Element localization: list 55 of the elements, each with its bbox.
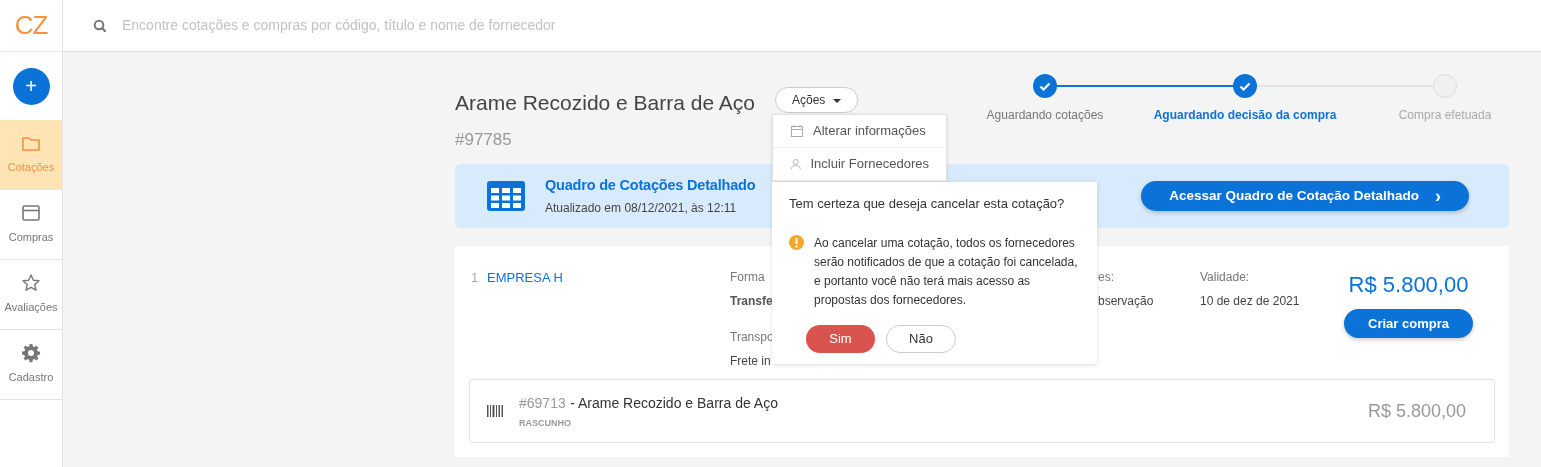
menu-item[interactable]: Alterar informações [773,115,946,148]
check-icon [1239,81,1251,91]
chevron-icon: › [1435,182,1441,210]
create-purchase-button[interactable]: Criar compra [1344,309,1473,338]
item-code: #69713 [519,395,566,412]
sidebar-item-label: Cotações [7,160,55,176]
field-label: Forma [730,269,765,286]
caret-icon [832,98,841,103]
sidebar-item[interactable]: Compras [0,190,62,260]
step-label: Aguardando decisão da compra [1153,107,1337,124]
item-price: R$ 5.800,00 [1367,399,1466,423]
item-name: - Arame Recozido e Barra de Aço [570,395,778,412]
confirm-question: Tem certeza que deseja cancelar esta cotação? [789,195,1066,213]
warning-text: Ao cancelar uma cotação, todos os fornecedores serão notificados de que a cotação foi cancelada, e portanto você não terá mais acesso as propostas dos fornecedores. [814,234,1079,309]
star-icon [21,273,41,294]
actions-dropdown[interactable]: Ações [775,87,858,113]
detailed-board-button[interactable]: Acessar Quadro de Cotação Detalhado › [1141,181,1469,211]
banner-title: Quadro de Cotações Detalhado [545,176,756,196]
person-icon [790,157,802,171]
sidebar-item[interactable]: Avaliações [0,260,62,330]
field-value: Transfe [730,293,773,310]
field-value: Frete in [730,353,771,370]
menu-item-label: Incluir Fornecedores [810,155,929,174]
quote-code: #97785 [455,128,513,151]
field-label: Validade: [1200,269,1250,286]
menu-item-label: Alterar informações [813,122,926,141]
card-icon [21,203,41,224]
sidebar-item[interactable]: Cadastro [0,330,62,400]
page-title: Arame Recozido e Barra de Aço [455,90,755,116]
search-icon [93,19,106,32]
calendar-icon [790,124,804,138]
sidebar-item-label: Compras [8,230,54,246]
item-status: RASCUNHO [519,417,572,431]
row-index: 1 [470,269,480,287]
confirm-button[interactable]: Sim [806,324,875,353]
supplier-name[interactable]: EMPRESA H [487,268,730,379]
banner-subtitle: Atualizado em 08/12/2021, às 12:11 [545,199,738,217]
warning-icon [789,234,804,250]
sidebar-item-label: Avaliações [4,300,58,316]
field-label: es: [1098,269,1114,286]
total-price: R$ 5.800,00 [1348,271,1469,299]
search-field[interactable]: Encontre cotações e compras por código, título e nome de fornecedor [120,14,820,37]
field-value: 10 de dez de 2021 [1200,293,1300,310]
barcode-icon [487,405,503,417]
sidebar-item-label: Cadastro [8,370,54,386]
add-button[interactable]: + [12,67,50,105]
field-value: bservação [1098,293,1154,310]
cancel-button[interactable]: Não [886,324,956,353]
gear-icon [21,343,41,364]
field-label: Transpo [730,329,774,346]
table-icon [487,181,525,211]
check-icon [1039,81,1051,91]
step-label: Aguardando cotações [986,107,1104,124]
menu-item[interactable]: Incluir Fornecedores [773,148,946,181]
step-label: Compra efetuada [1398,107,1492,124]
